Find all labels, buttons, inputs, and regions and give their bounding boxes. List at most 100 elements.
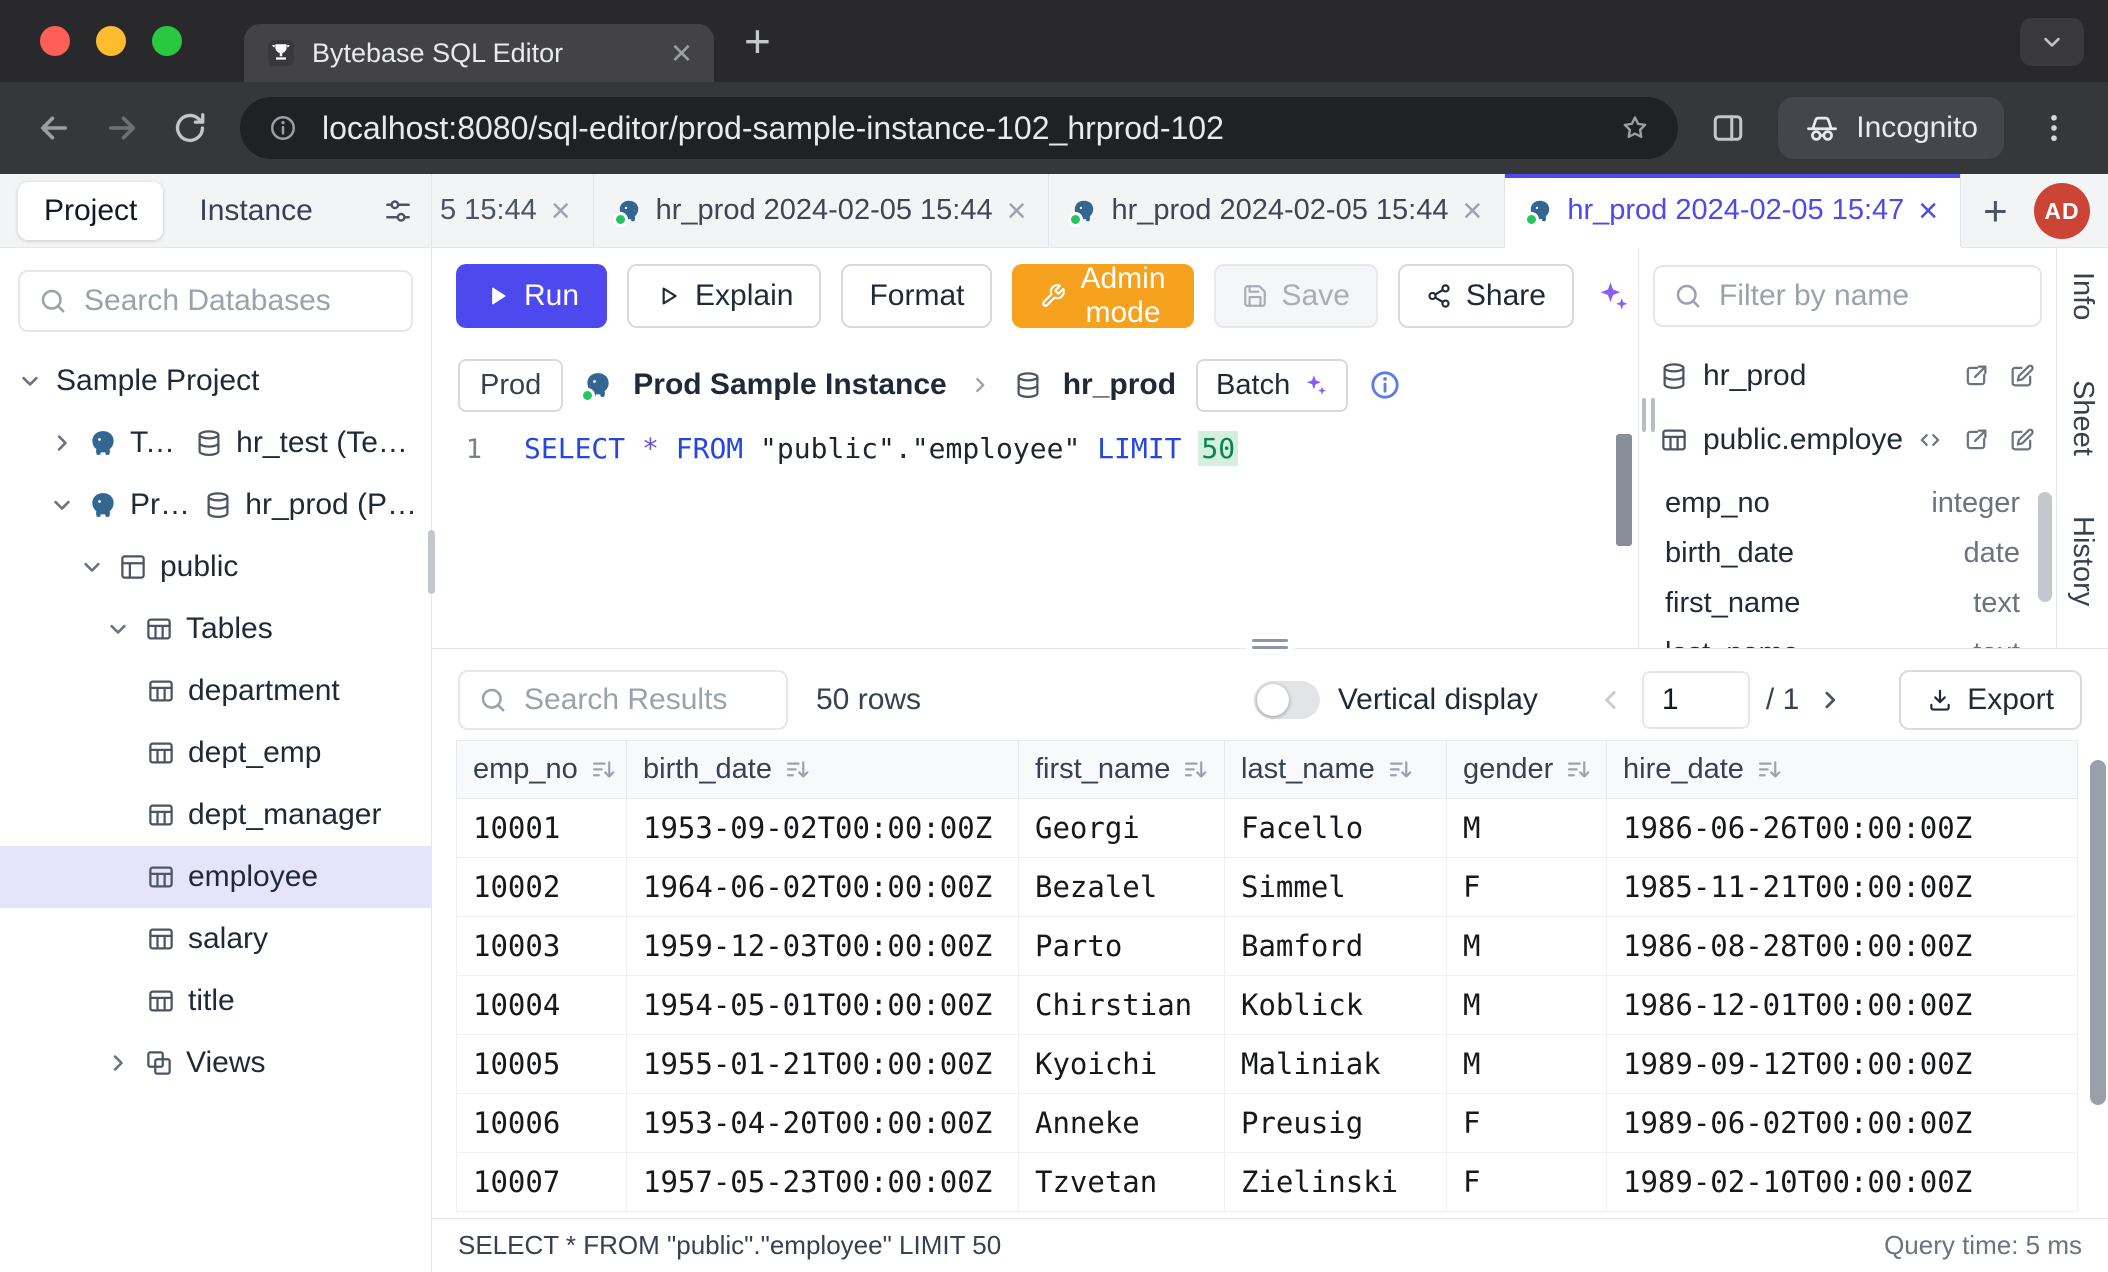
panel-resize-handle[interactable]: [1642, 398, 1655, 432]
admin-mode-button[interactable]: Admin mode: [1012, 264, 1193, 328]
close-tab-icon[interactable]: ×: [1918, 194, 1938, 228]
tree-settings-icon[interactable]: [383, 196, 413, 226]
result-cell[interactable]: Tzvetan: [1019, 1153, 1225, 1212]
results-resize-handle[interactable]: [432, 648, 2108, 660]
code-icon[interactable]: [1917, 427, 1943, 453]
zoom-window-button[interactable]: [152, 26, 182, 56]
result-cell[interactable]: Kyoichi: [1019, 1035, 1225, 1094]
close-window-button[interactable]: [40, 26, 70, 56]
sort-icon[interactable]: [784, 756, 812, 784]
result-cell[interactable]: 10005: [457, 1035, 627, 1094]
tree-item-test[interactable]: Testhr_test (Test…: [0, 412, 431, 474]
result-cell[interactable]: 10007: [457, 1153, 627, 1212]
result-cell[interactable]: 1953-04-20T00:00:00Z: [627, 1094, 1019, 1153]
result-cell[interactable]: M: [1447, 976, 1607, 1035]
back-icon[interactable]: [36, 110, 72, 146]
export-button[interactable]: Export: [1899, 670, 2082, 730]
tree-item-sample-project[interactable]: Sample Project: [0, 350, 431, 412]
caret-right-icon[interactable]: [104, 1049, 132, 1077]
close-tab-icon[interactable]: ×: [671, 35, 692, 71]
instance-name[interactable]: Prod Sample Instance: [633, 368, 946, 402]
column-row-emp-no[interactable]: emp_nointeger: [1665, 478, 2020, 528]
sidebar-resize-handle[interactable]: [428, 530, 435, 594]
query-tab[interactable]: hr_prod 2024-02-05 15:47×: [1505, 174, 1961, 247]
result-cell[interactable]: 1964-06-02T00:00:00Z: [627, 858, 1019, 917]
bookmark-star-icon[interactable]: [1620, 113, 1650, 143]
caret-down-icon[interactable]: [48, 491, 76, 519]
sql-editor[interactable]: 1 SELECT * FROM "public"."employee" LIMI…: [432, 426, 1638, 648]
column-header-birth-date[interactable]: birth_date: [627, 741, 1019, 799]
edit-icon[interactable]: [2008, 362, 2036, 390]
column-header-gender[interactable]: gender: [1447, 741, 1607, 799]
browser-menu-icon[interactable]: [2036, 110, 2072, 146]
tab-instance[interactable]: Instance: [173, 182, 338, 240]
result-cell[interactable]: Zielinski: [1225, 1153, 1447, 1212]
tree-item-public[interactable]: public: [0, 536, 431, 598]
result-cell[interactable]: F: [1447, 1094, 1607, 1153]
minimize-window-button[interactable]: [96, 26, 126, 56]
external-link-icon[interactable]: [1962, 426, 1990, 454]
rail-tab-info[interactable]: Info: [2066, 272, 2099, 320]
results-scrollbar[interactable]: [2090, 760, 2106, 1105]
tree-item-dept-manager[interactable]: dept_manager: [0, 784, 431, 846]
tree-item-dept-emp[interactable]: dept_emp: [0, 722, 431, 784]
schema-scrollbar[interactable]: [2038, 492, 2052, 602]
result-cell[interactable]: Simmel: [1225, 858, 1447, 917]
result-cell[interactable]: 10003: [457, 917, 627, 976]
new-tab-button[interactable]: +: [744, 18, 771, 64]
side-panel-icon[interactable]: [1710, 110, 1746, 146]
result-cell[interactable]: Parto: [1019, 917, 1225, 976]
next-page-button[interactable]: [1815, 685, 1845, 715]
result-cell[interactable]: 1986-08-28T00:00:00Z: [1607, 917, 2078, 976]
edit-icon[interactable]: [2008, 426, 2036, 454]
result-cell[interactable]: 1986-06-26T00:00:00Z: [1607, 799, 2078, 858]
schema-database-row[interactable]: hr_prod: [1639, 344, 2056, 408]
result-cell[interactable]: 1986-12-01T00:00:00Z: [1607, 976, 2078, 1035]
page-input[interactable]: 1: [1642, 671, 1750, 729]
result-cell[interactable]: 1953-09-02T00:00:00Z: [627, 799, 1019, 858]
result-cell[interactable]: 10002: [457, 858, 627, 917]
tree-item-tables[interactable]: Tables: [0, 598, 431, 660]
column-header-last-name[interactable]: last_name: [1225, 741, 1447, 799]
tree-item-employee[interactable]: employee: [0, 846, 431, 908]
result-cell[interactable]: Bamford: [1225, 917, 1447, 976]
result-cell[interactable]: 10006: [457, 1094, 627, 1153]
sort-icon[interactable]: [1387, 756, 1415, 784]
sort-icon[interactable]: [590, 756, 618, 784]
result-cell[interactable]: 1985-11-21T00:00:00Z: [1607, 858, 2078, 917]
result-cell[interactable]: 1957-05-23T00:00:00Z: [627, 1153, 1019, 1212]
result-cell[interactable]: M: [1447, 917, 1607, 976]
column-row-birth-date[interactable]: birth_datedate: [1665, 528, 2020, 578]
schema-filter-input[interactable]: Filter by name: [1653, 265, 2042, 327]
result-cell[interactable]: Georgi: [1019, 799, 1225, 858]
run-button[interactable]: Run: [456, 264, 607, 328]
share-button[interactable]: Share: [1398, 264, 1574, 328]
user-avatar[interactable]: AD: [2034, 183, 2090, 239]
column-row-last-name[interactable]: last_nametext: [1665, 628, 2020, 648]
site-info-icon[interactable]: [268, 113, 298, 143]
close-tab-icon[interactable]: ×: [1462, 194, 1482, 228]
result-cell[interactable]: F: [1447, 1153, 1607, 1212]
result-cell[interactable]: 1989-09-12T00:00:00Z: [1607, 1035, 2078, 1094]
tab-project[interactable]: Project: [18, 182, 163, 240]
prev-page-button[interactable]: [1596, 685, 1626, 715]
result-cell[interactable]: Chirstian: [1019, 976, 1225, 1035]
info-icon[interactable]: [1368, 368, 1402, 402]
query-tab[interactable]: hr_prod 2024-02-05 15:44×: [594, 174, 1050, 247]
tree-item-prod[interactable]: Prodhr_prod (Pr…: [0, 474, 431, 536]
query-tab[interactable]: 5 15:44×: [432, 174, 594, 247]
result-cell[interactable]: Maliniak: [1225, 1035, 1447, 1094]
ai-sparkle-icon[interactable]: [1594, 278, 1630, 314]
result-cell[interactable]: 1989-02-10T00:00:00Z: [1607, 1153, 2078, 1212]
browser-tab[interactable]: Bytebase SQL Editor ×: [244, 24, 714, 82]
forward-icon[interactable]: [104, 110, 140, 146]
result-cell[interactable]: Preusig: [1225, 1094, 1447, 1153]
caret-right-icon[interactable]: [48, 429, 76, 457]
column-row-first-name[interactable]: first_nametext: [1665, 578, 2020, 628]
editor-scrollbar[interactable]: [1616, 434, 1632, 546]
column-header-hire-date[interactable]: hire_date: [1607, 741, 2078, 799]
query-tab[interactable]: hr_prod 2024-02-05 15:44×: [1049, 174, 1505, 247]
new-query-tab-button[interactable]: +: [1961, 174, 2030, 247]
result-cell[interactable]: 1955-01-21T00:00:00Z: [627, 1035, 1019, 1094]
result-cell[interactable]: 1989-06-02T00:00:00Z: [1607, 1094, 2078, 1153]
